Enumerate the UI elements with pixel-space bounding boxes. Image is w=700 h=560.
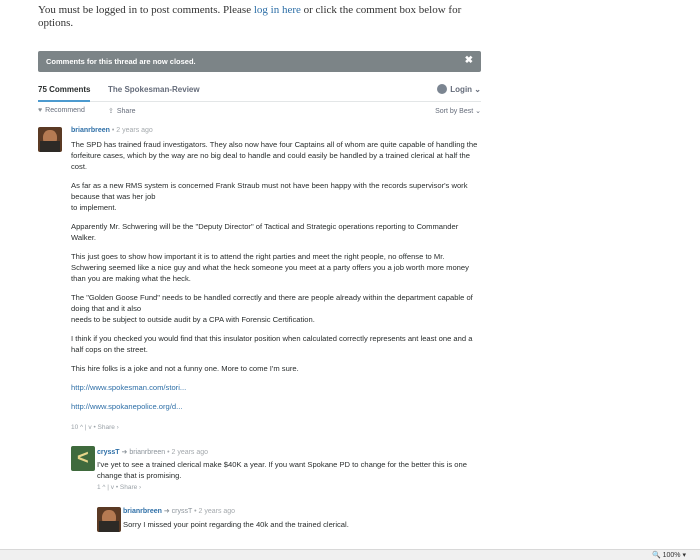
recommend-button[interactable]: ♥ Recommend — [38, 107, 85, 114]
comment-body: The SPD has trained fraud investigators.… — [71, 139, 481, 420]
login-notice: You must be logged in to post comments. … — [38, 4, 478, 30]
login-label: Login — [450, 85, 473, 94]
heart-icon: ♥ — [38, 107, 43, 114]
login-link[interactable]: log in here — [254, 4, 301, 16]
close-icon[interactable]: ✖ — [465, 55, 473, 66]
chevron-down-icon: ⌄ — [474, 85, 481, 94]
comment-meta: brianrbreen • 2 years ago — [71, 127, 153, 134]
login-notice-prefix: You must be logged in to post comments. … — [38, 4, 254, 16]
comment-actions[interactable]: 1 ^ | v • Share › — [97, 484, 141, 491]
comment-actions[interactable]: 10 ^ | v • Share › — [71, 424, 119, 431]
comment-author[interactable]: brianrbreen — [123, 508, 162, 515]
chevron-left-icon: < — [77, 447, 89, 469]
comment-paragraph: This hire folks is a joke and not a funn… — [71, 364, 299, 373]
tab-forum[interactable]: The Spokesman-Review — [108, 85, 200, 94]
comment-paragraph: The "Golden Goose Fund" needs to be hand… — [71, 293, 473, 324]
comments-toolbar: ♥ Recommend ⇪ Share Sort by Best ⌄ — [38, 107, 481, 119]
comment-author[interactable]: brianrbreen — [71, 127, 110, 134]
comments-closed-text: Comments for this thread are now closed. — [46, 57, 196, 66]
comment-paragraph: As far as a new RMS system is concerned … — [71, 181, 468, 212]
comment-paragraph: I think if you checked you would find th… — [71, 334, 473, 354]
tab-comments[interactable]: 75 Comments — [38, 85, 91, 102]
comment-time[interactable]: • 2 years ago — [192, 508, 235, 515]
comment-paragraph: I've yet to see a trained clerical make … — [97, 460, 467, 480]
share-icon: ⇪ — [108, 108, 114, 115]
comment-paragraph: This just goes to show how important it … — [71, 252, 469, 283]
comment-paragraph: Sorry I missed your point regarding the … — [123, 520, 349, 529]
browser-status-bar: 🔍 100% ▾ — [0, 549, 700, 560]
share-button[interactable]: ⇪ Share — [108, 107, 136, 115]
comments-closed-banner: Comments for this thread are now closed.… — [38, 51, 481, 72]
reply-to-author[interactable]: ➜ cryssT — [162, 508, 192, 515]
recommend-label: Recommend — [45, 107, 85, 114]
comment-body: I've yet to see a trained clerical make … — [97, 459, 481, 489]
comment-paragraph: Apparently Mr. Schwering will be the "De… — [71, 222, 459, 242]
login-button[interactable]: Login ⌄ — [437, 84, 481, 94]
comment-paragraph: The SPD has trained fraud investigators.… — [71, 140, 478, 171]
share-label: Share — [116, 108, 136, 115]
comment-meta: brianrbreen ➜ cryssT • 2 years ago — [123, 507, 235, 515]
comment-time[interactable]: • 2 years ago — [165, 449, 208, 456]
sort-dropdown[interactable]: Sort by Best ⌄ — [435, 107, 481, 115]
comment-link[interactable]: http://www.spokanepolice.org/d... — [71, 402, 182, 411]
comment-link[interactable]: http://www.spokesman.com/stori... — [71, 383, 186, 392]
avatar[interactable] — [97, 507, 121, 532]
comment-author[interactable]: cryssT — [97, 449, 120, 456]
zoom-control[interactable]: 🔍 100% ▾ — [652, 551, 686, 559]
comment-meta: cryssT ➜ brianrbreen • 2 years ago — [97, 448, 208, 456]
avatar[interactable]: < — [71, 446, 95, 471]
reply-to-author[interactable]: ➜ brianrbreen — [120, 449, 166, 456]
comment-time[interactable]: • 2 years ago — [110, 127, 153, 134]
comments-nav: 75 Comments The Spokesman-Review Login ⌄ — [38, 82, 481, 102]
comment-body: Sorry I missed your point regarding the … — [123, 519, 353, 538]
disqus-icon — [437, 84, 448, 94]
avatar[interactable] — [38, 127, 62, 152]
